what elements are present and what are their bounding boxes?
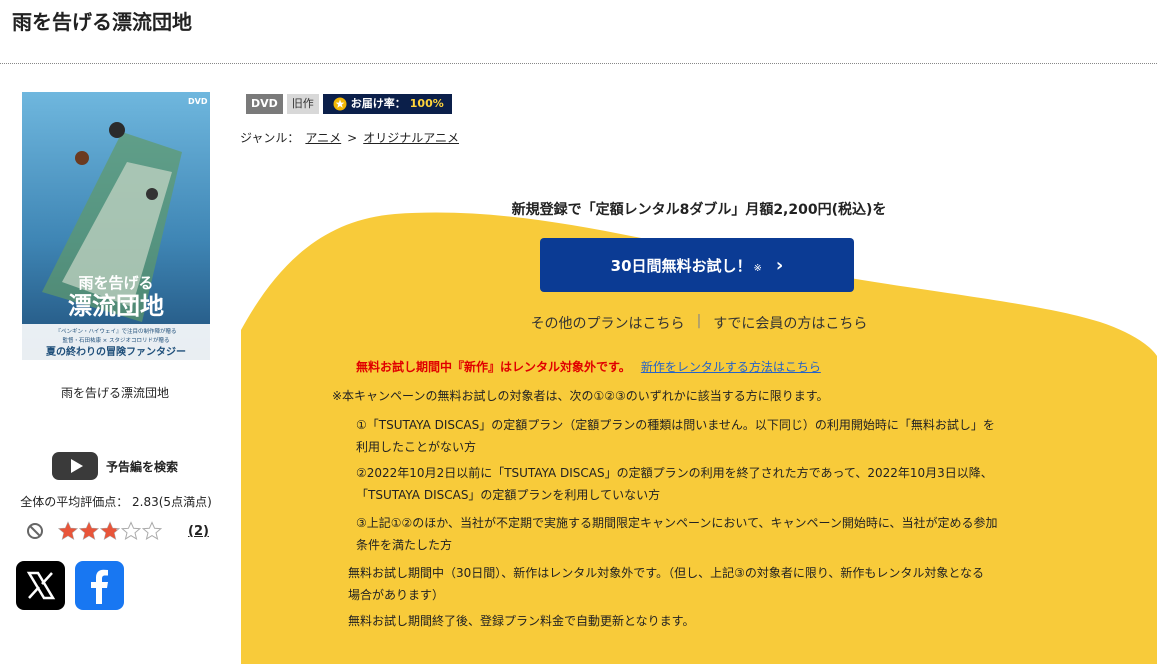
x-logo-icon bbox=[26, 571, 56, 600]
condition-2-line-2: 「TSUTAYA DISCAS」の定額プランを利用していない方 bbox=[356, 488, 661, 502]
condition-2-line-1: ②2022年10月2日以前に「TSUTAYA DISCAS」の定額プランの利用を… bbox=[356, 466, 993, 480]
trial-note-line-1: 無料お試し期間中（30日間）、新作はレンタル対象外です。（但し、上記③の対象者に… bbox=[348, 566, 984, 580]
dvd-cover-image[interactable]: DVD 雨を告げる 漂流団地 『ペンギン・ハイウェイ』で注目の制作陣が贈る 監督… bbox=[22, 92, 210, 360]
youtube-play-icon bbox=[52, 452, 98, 480]
cover-caption: 雨を告げる漂流団地 bbox=[60, 386, 169, 400]
condition-2: ②2022年10月2日以前に「TSUTAYA DISCAS」の定額プランの利用を… bbox=[356, 462, 1056, 506]
badge-old-release: 旧作 bbox=[286, 94, 319, 114]
star-icon bbox=[58, 521, 78, 540]
no-entry-icon[interactable] bbox=[26, 522, 44, 540]
plan-links-divider: | bbox=[696, 313, 702, 329]
genre-label: ジャンル： bbox=[240, 131, 300, 145]
star-icon bbox=[142, 521, 162, 540]
trailer-search-button[interactable]: 予告編を検索 bbox=[52, 452, 178, 480]
delivery-rate-value: 100% bbox=[409, 97, 444, 110]
star-icon bbox=[79, 521, 99, 540]
badge-dvd: DVD bbox=[246, 94, 283, 114]
how-to-rent-new-link[interactable]: 新作をレンタルする方法はこちら bbox=[641, 358, 821, 375]
new-release-warning: 無料お試し期間中『新作』はレンタル対象外です。 bbox=[356, 360, 631, 374]
cover-title-line2: 漂流団地 bbox=[68, 292, 164, 320]
trial-note-line-2: 場合があります） bbox=[348, 588, 445, 602]
condition-3: ③上記①②のほか、当社が不定期で実施する期間限定キャンペーンにおいて、キャンペー… bbox=[356, 512, 1056, 556]
cover-sub2: 監督・石田祐康 × スタジオコロリドが贈る bbox=[62, 336, 169, 344]
genre-link-anime[interactable]: アニメ bbox=[305, 129, 341, 146]
star-rating[interactable] bbox=[58, 521, 162, 541]
eligibility-heading: ※本キャンペーンの無料お試しの対象者は、次の①②③のいずれかに該当する方に限りま… bbox=[332, 389, 829, 403]
new-release-notice: 無料お試し期間中『新作』はレンタル対象外です。 新作をレンタルする方法はこちら bbox=[356, 358, 821, 375]
star-icon bbox=[121, 521, 141, 540]
delivery-label: お届け率： bbox=[350, 97, 406, 110]
member-login-link[interactable]: すでに会員の方はこちら bbox=[713, 313, 867, 333]
facebook-logo-icon bbox=[91, 569, 108, 604]
condition-1: ①「TSUTAYA DISCAS」の定額プラン（定額プランの種類は問いません。以… bbox=[356, 414, 1056, 458]
chevron-right-icon: › bbox=[775, 254, 784, 276]
star-icon bbox=[100, 521, 120, 540]
trial-new-release-note: 無料お試し期間中（30日間）、新作はレンタル対象外です。（但し、上記③の対象者に… bbox=[348, 562, 1058, 606]
plan-links: その他のプランはこちら | すでに会員の方はこちら bbox=[241, 313, 1157, 333]
genre-separator: > bbox=[347, 130, 358, 145]
cover-sub1: 『ペンギン・ハイウェイ』で注目の制作陣が贈る bbox=[56, 327, 177, 335]
condition-3-line-1: ③上記①②のほか、当社が不定期で実施する期間限定キャンペーンにおいて、キャンペー… bbox=[356, 516, 998, 530]
badge-delivery-rate: お届け率： 100% bbox=[322, 94, 452, 114]
trailer-search-label: 予告編を検索 bbox=[106, 459, 179, 474]
condition-1-line-2: 利用したことがない方 bbox=[356, 440, 477, 454]
share-facebook-button[interactable] bbox=[75, 561, 124, 610]
free-trial-note-mark: ※ bbox=[753, 262, 762, 274]
campaign-lead-text: 新規登録で「定額レンタル8ダブル」月額2,200円(税込)を bbox=[511, 202, 887, 218]
auto-renewal-note: 無料お試し期間終了後、登録プラン料金で自動更新となります。 bbox=[348, 614, 695, 628]
condition-1-line-1: ①「TSUTAYA DISCAS」の定額プラン（定額プランの種類は問いません。以… bbox=[356, 418, 995, 432]
review-count-link[interactable]: (2) bbox=[188, 524, 209, 539]
condition-3-line-2: 条件を満たした方 bbox=[356, 538, 453, 552]
rating-row: (2) bbox=[26, 518, 209, 544]
genre-breadcrumb: ジャンル： アニメ > オリジナルアニメ bbox=[240, 129, 459, 146]
average-rating-text: 全体の平均評価点： 2.83(5点満点) bbox=[20, 495, 212, 509]
format-badges: DVD 旧作 お届け率： 100% bbox=[246, 94, 452, 114]
genre-link-original-anime[interactable]: オリジナルアニメ bbox=[363, 129, 459, 146]
cover-title-line1: 雨を告げる bbox=[78, 274, 153, 292]
cover-dvd-mark: DVD bbox=[188, 97, 208, 106]
other-plans-link[interactable]: その他のプランはこちら bbox=[531, 313, 685, 333]
free-trial-label: 30日間無料お試し！ bbox=[610, 256, 752, 275]
medal-icon bbox=[333, 97, 347, 111]
share-x-button[interactable] bbox=[16, 561, 65, 610]
cover-tagline: 夏の終わりの冒険ファンタジー bbox=[45, 345, 186, 358]
free-trial-button[interactable]: 30日間無料お試し！ ※ › bbox=[540, 238, 854, 292]
